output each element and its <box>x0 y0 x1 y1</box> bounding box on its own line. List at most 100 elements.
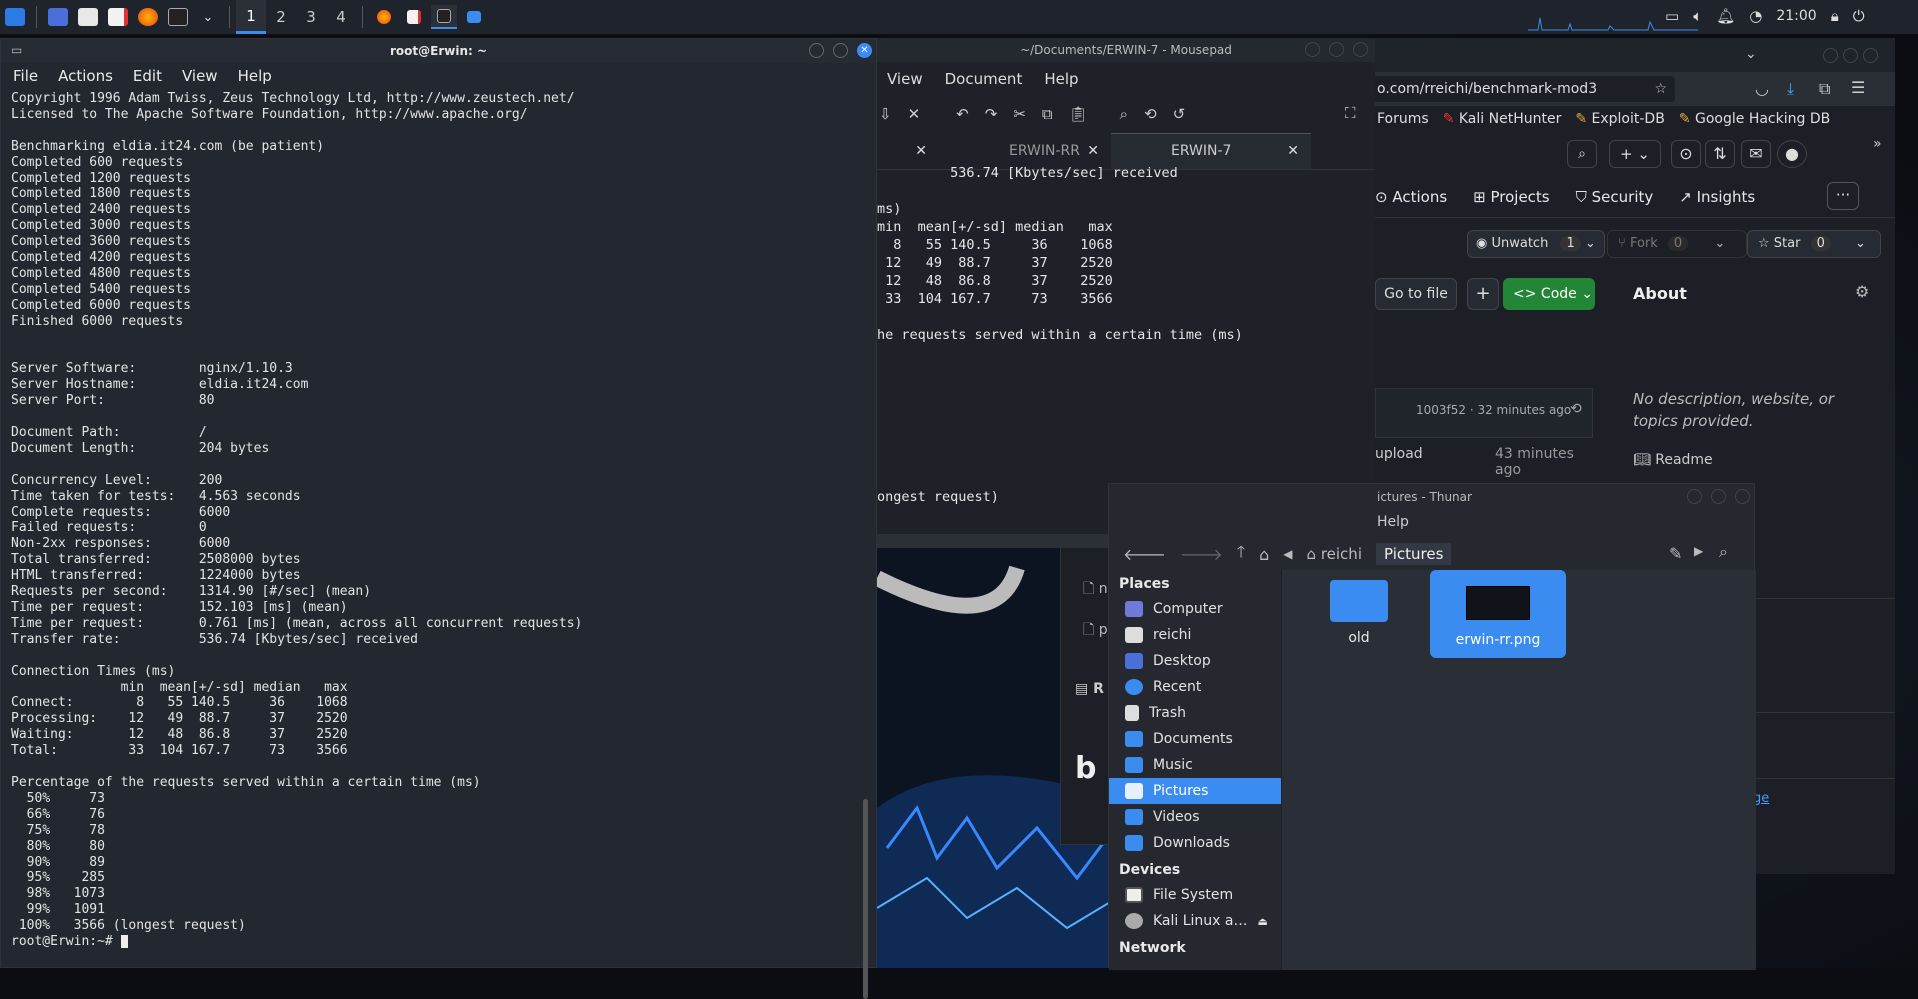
lock-icon[interactable]: 🔒︎ <box>1831 7 1839 25</box>
download-icon[interactable]: ⤓ <box>1787 79 1794 99</box>
place-computer[interactable]: Computer <box>1109 596 1281 622</box>
go-to-file-button[interactable]: Go to file <box>1375 278 1457 310</box>
path-home-crumb[interactable]: ⌂ reichi <box>1307 545 1362 563</box>
fork-button[interactable]: ⑂ Fork 0 ⌄ <box>1607 230 1747 258</box>
maximize-button[interactable] <box>1711 489 1726 504</box>
extensions-icon[interactable]: ⧉ <box>1819 79 1830 99</box>
file-row[interactable]: upload 43 minutes ago <box>1375 438 1593 478</box>
mousepad-text-area[interactable]: 536.74 [Kbytes/sec] received ms) min mean… <box>877 164 1375 506</box>
add-file-button[interactable]: + <box>1467 278 1499 310</box>
close-icon[interactable]: ✕ <box>1287 143 1299 159</box>
terminal-output[interactable]: Copyright 1996 Adam Twiss, Zeus Technolo… <box>1 89 876 952</box>
clock-time[interactable]: 21:00 <box>1776 8 1816 24</box>
close-button[interactable] <box>1353 42 1368 57</box>
unwatch-button[interactable]: ◉ Unwatch 1 ⌄ <box>1467 230 1605 258</box>
avatar[interactable]: ● <box>1777 140 1807 168</box>
search-icon[interactable]: ⌕ <box>1719 542 1728 562</box>
up-icon[interactable]: 🡑 <box>1237 541 1245 568</box>
tab-actions[interactable]: ⊙ Actions <box>1375 188 1447 206</box>
edit-path-icon[interactable]: ✎ <box>1669 544 1682 563</box>
search-icon[interactable]: ⌕ <box>1120 105 1128 123</box>
place-documents[interactable]: Documents <box>1109 726 1281 752</box>
place-desktop[interactable]: Desktop <box>1109 648 1281 674</box>
taskbar-thunar-icon[interactable] <box>461 5 487 29</box>
url-bar[interactable]: o.com/rreichi/benchmark-mod3 ☆ <box>1375 76 1675 102</box>
display-icon[interactable]: ▭ <box>1665 7 1679 25</box>
kali-menu-icon[interactable] <box>2 5 28 29</box>
workspace-3[interactable]: 3 <box>296 0 326 34</box>
taskbar-firefox-icon[interactable] <box>371 5 397 29</box>
menu-actions[interactable]: Actions <box>58 67 113 85</box>
close-icon[interactable]: ✕ <box>915 143 927 159</box>
readme-link[interactable]: 📖︎ Readme <box>1633 452 1713 468</box>
search-icon[interactable]: ⌕ <box>1567 140 1597 168</box>
minimize-button[interactable] <box>1687 489 1702 504</box>
goto-icon[interactable]: ↺ <box>1173 105 1186 123</box>
gear-icon[interactable]: ⚙ <box>1855 282 1869 301</box>
place-home[interactable]: reichi <box>1109 622 1281 648</box>
minimize-button[interactable] <box>1305 42 1320 57</box>
maximize-button[interactable] <box>1843 48 1858 63</box>
text-editor-icon[interactable] <box>105 5 131 29</box>
terminal-scrollbar[interactable] <box>863 799 868 999</box>
workspace-1[interactable]: 1 <box>236 0 266 34</box>
more-options-icon[interactable]: ··· <box>1827 182 1859 210</box>
menu-edit[interactable]: Edit <box>133 67 162 85</box>
menu-icon[interactable]: ☰ <box>1851 78 1865 97</box>
close-button[interactable]: ✕ <box>857 43 872 58</box>
close-button[interactable] <box>1735 489 1750 504</box>
path-pictures-crumb[interactable]: Pictures <box>1375 543 1452 565</box>
tab-list-icon[interactable]: ⌄ <box>1745 46 1757 62</box>
issues-icon[interactable]: ⊙ <box>1671 140 1701 168</box>
home-icon[interactable]: ⌂ <box>1259 545 1269 564</box>
close-icon[interactable]: ✕ <box>1087 143 1099 159</box>
inbox-icon[interactable]: ✉ <box>1741 140 1771 168</box>
minimize-button[interactable] <box>1823 48 1838 63</box>
path-left-icon[interactable]: ◀ <box>1283 547 1292 561</box>
place-recent[interactable]: Recent <box>1109 674 1281 700</box>
eject-icon[interactable]: ⏏ <box>1258 915 1268 928</box>
commit-info[interactable]: 1003f52 · 32 minutes ago <box>1416 403 1571 417</box>
place-videos[interactable]: Videos <box>1109 804 1281 830</box>
minimize-button[interactable] <box>809 43 824 58</box>
folder-item-old[interactable]: old <box>1296 570 1422 658</box>
path-right-icon[interactable]: ▶ <box>1694 544 1703 558</box>
code-button[interactable]: <> Code ⌄ <box>1503 278 1595 310</box>
device-kali[interactable]: Kali Linux a… ⏏ <box>1109 908 1281 934</box>
menu-help[interactable]: Help <box>1377 514 1409 530</box>
save-icon[interactable]: ⇩ <box>879 105 892 123</box>
place-music[interactable]: Music <box>1109 752 1281 778</box>
close-button[interactable] <box>1863 48 1878 63</box>
star-button[interactable]: ☆ Star 0 ⌄ <box>1747 230 1881 258</box>
chevron-down-icon[interactable]: ⌄ <box>195 5 221 29</box>
place-pictures[interactable]: Pictures <box>1109 778 1281 804</box>
bookmark-ghdb[interactable]: ✎ Google Hacking DB <box>1679 111 1830 127</box>
menu-help[interactable]: Help <box>1044 70 1078 88</box>
device-filesystem[interactable]: File System <box>1109 882 1281 908</box>
menu-help[interactable]: Help <box>238 67 272 85</box>
undo-icon[interactable]: ↶ <box>956 105 969 123</box>
bookmark-forums[interactable]: Forums <box>1377 111 1429 127</box>
taskbar-terminal-icon[interactable] <box>431 5 457 29</box>
tab-insights[interactable]: ↗ Insights <box>1679 188 1755 206</box>
show-desktop-icon[interactable] <box>45 5 71 29</box>
firefox-icon[interactable] <box>135 5 161 29</box>
pull-requests-icon[interactable]: ⇅ <box>1705 140 1735 168</box>
redo-icon[interactable]: ↷ <box>985 105 998 123</box>
bookmark-nethunter[interactable]: ✎ Kali NetHunter <box>1443 111 1562 127</box>
power-icon[interactable]: ⏻ <box>1853 7 1865 25</box>
close-doc-icon[interactable]: ✕ <box>908 105 921 123</box>
workspace-2[interactable]: 2 <box>266 0 296 34</box>
bell-icon[interactable]: 🔔︎ <box>1716 7 1735 25</box>
bookmark-star-icon[interactable]: ☆ <box>1654 81 1667 97</box>
maximize-button[interactable] <box>833 43 848 58</box>
menu-view[interactable]: View <box>887 70 923 88</box>
menu-document[interactable]: Document <box>945 70 1023 88</box>
menu-view[interactable]: View <box>182 67 218 85</box>
create-new-button[interactable]: + ⌄ <box>1609 140 1661 168</box>
workspace-4[interactable]: 4 <box>326 0 356 34</box>
bookmark-exploitdb[interactable]: ✎ Exploit-DB <box>1575 111 1664 127</box>
copy-icon[interactable]: ⧉ <box>1042 105 1053 123</box>
volume-icon[interactable]: 🔈︎ <box>1693 7 1702 25</box>
tab-projects[interactable]: ⊞ Projects <box>1473 188 1549 206</box>
